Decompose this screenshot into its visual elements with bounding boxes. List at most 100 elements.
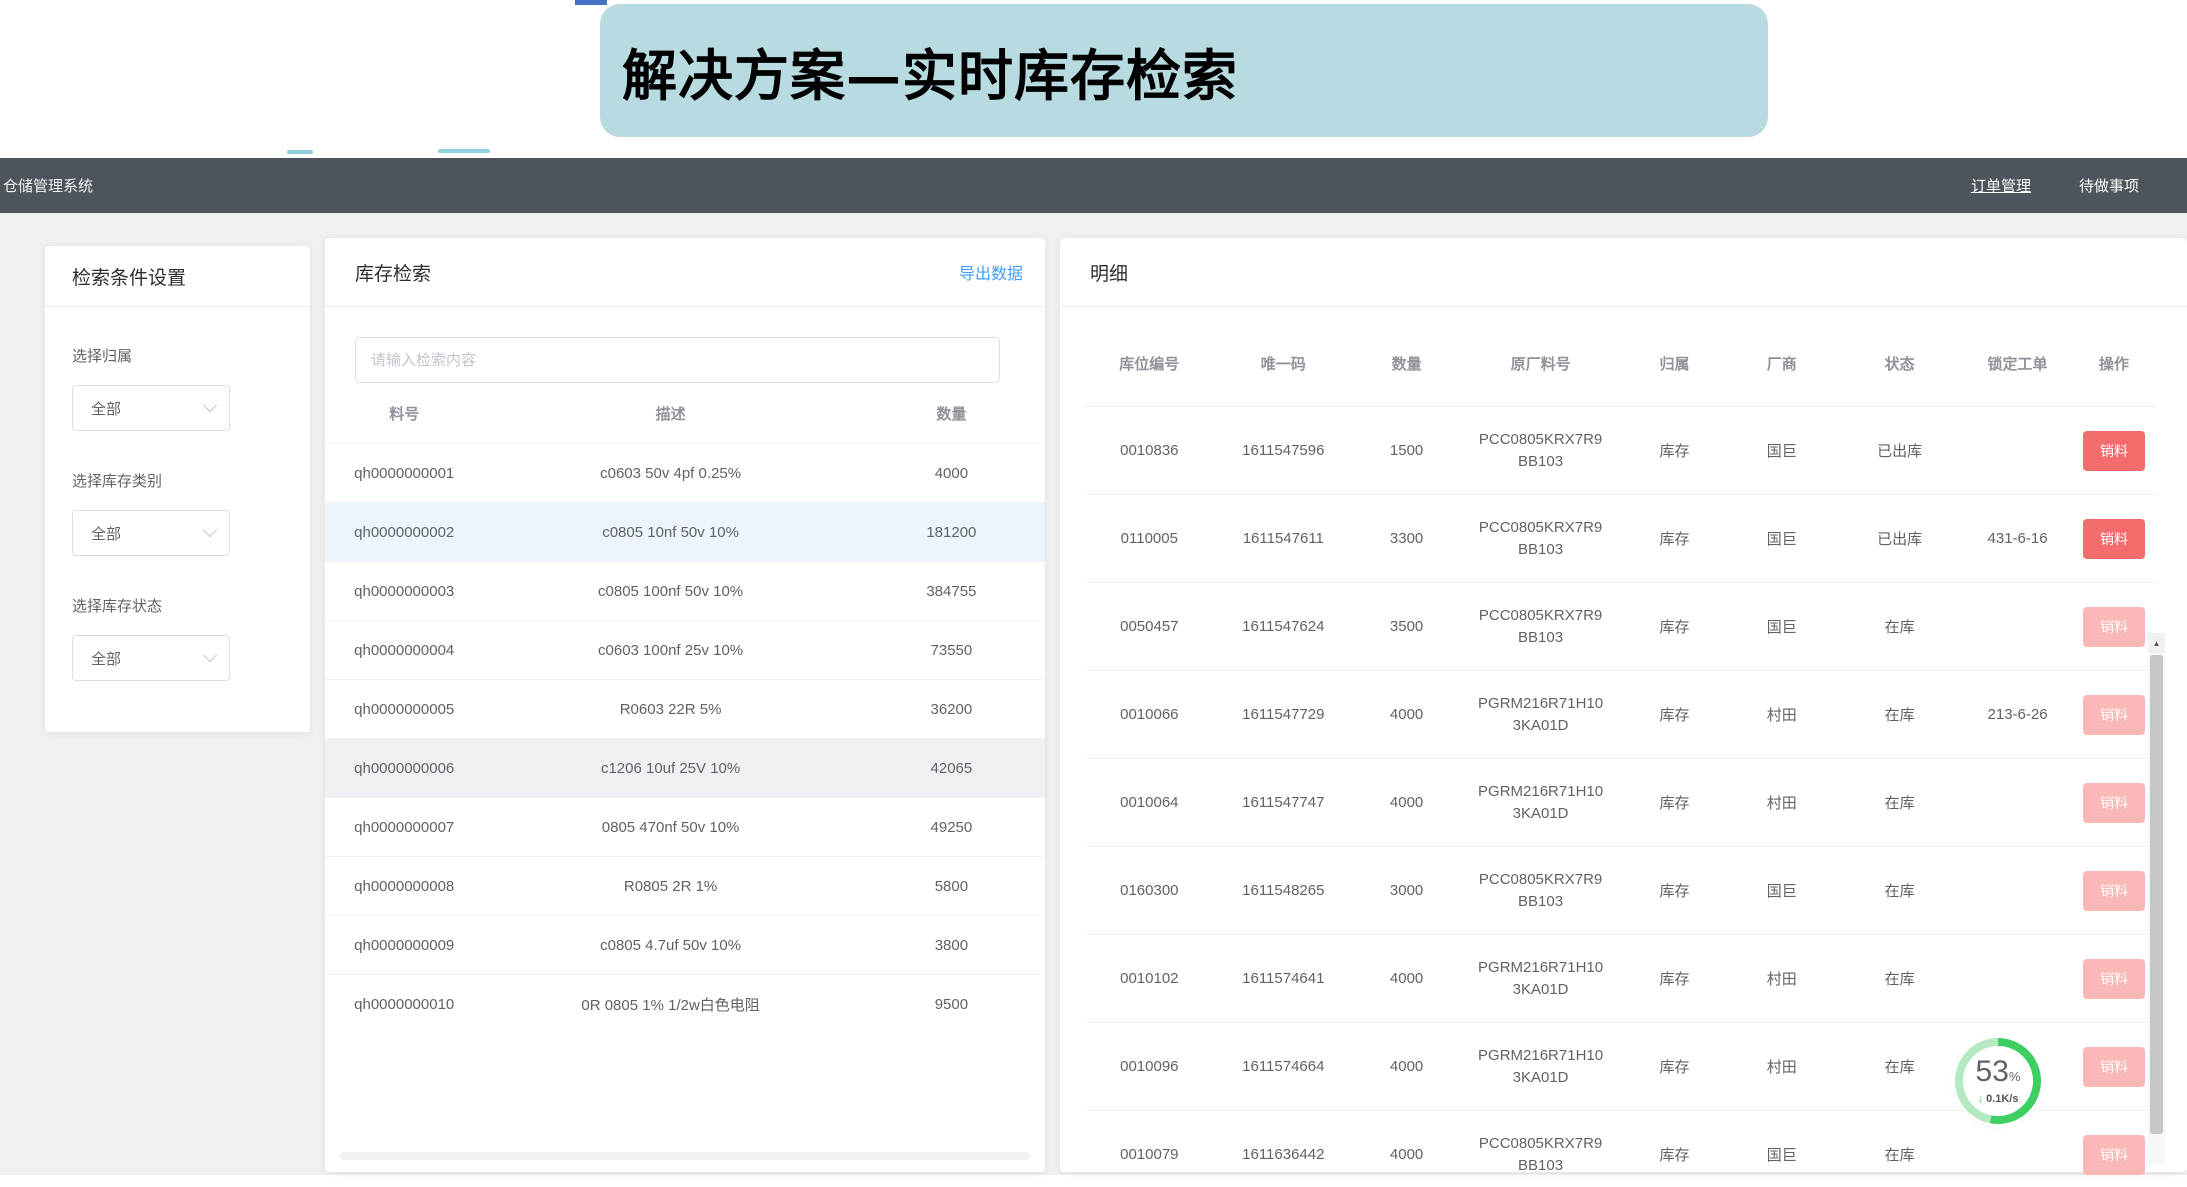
search-table-row[interactable]: qh0000000006 c1206 10uf 25V 10% 42065 bbox=[325, 738, 1045, 797]
filter-panel: 检索条件设置 选择归属 全部 选择库存类别 全部 选择库存状态 全部 bbox=[45, 246, 310, 732]
cell-owner: 库存 bbox=[1621, 528, 1728, 549]
cell-description: 0805 470nf 50v 10% bbox=[483, 819, 857, 836]
cell-quantity: 4000 bbox=[1353, 706, 1460, 723]
cell-oem-part: PCC0805KRX7R9 BB103 bbox=[1460, 1133, 1621, 1177]
sell-material-button[interactable]: 销料 bbox=[2083, 871, 2145, 911]
cell-status: 在库 bbox=[1835, 704, 1964, 725]
cell-status: 在库 bbox=[1835, 1144, 1964, 1165]
cell-owner: 库存 bbox=[1621, 1056, 1728, 1077]
nav-order-management[interactable]: 订单管理 bbox=[1971, 175, 2031, 196]
detail-panel: 明细 库位编号 唯一码 数量 原厂料号 归属 厂商 状态 锁定工单 操作 001… bbox=[1060, 238, 2187, 1172]
cell-part-no: qh0000000008 bbox=[325, 878, 483, 895]
cell-quantity: 5800 bbox=[858, 878, 1045, 895]
cell-description: c0603 100nf 25v 10% bbox=[483, 642, 857, 659]
nav-todo-items[interactable]: 待做事项 bbox=[2079, 175, 2139, 196]
sell-material-button[interactable]: 销料 bbox=[2083, 431, 2145, 471]
cell-work-order: 213-6-26 bbox=[1964, 706, 2071, 723]
search-table-row[interactable]: qh0000000001 c0603 50v 4pf 0.25% 4000 bbox=[325, 443, 1045, 502]
category-select[interactable]: 全部 bbox=[72, 510, 230, 556]
cell-unique-code: 1611547729 bbox=[1214, 706, 1353, 723]
chevron-down-icon bbox=[203, 648, 217, 662]
down-arrow-icon: ↓ bbox=[1978, 1093, 1984, 1105]
cell-location: 0010836 bbox=[1085, 442, 1214, 459]
column-header-vendor: 厂商 bbox=[1728, 353, 1835, 374]
search-table-row[interactable]: qh0000000004 c0603 100nf 25v 10% 73550 bbox=[325, 620, 1045, 679]
column-header-status: 状态 bbox=[1835, 353, 1964, 374]
deco-teal-dash bbox=[438, 149, 490, 153]
vertical-scrollbar[interactable]: ▲ bbox=[2148, 633, 2165, 1164]
deco-teal-dash bbox=[287, 150, 313, 154]
column-header-action: 操作 bbox=[2071, 353, 2157, 374]
owner-select[interactable]: 全部 bbox=[72, 385, 230, 431]
sell-material-button[interactable]: 销料 bbox=[2083, 695, 2145, 735]
cell-location: 0010096 bbox=[1085, 1058, 1214, 1075]
cell-owner: 库存 bbox=[1621, 1144, 1728, 1165]
screenshot-root: 解决方案—实时库存检索 仓储管理系统 订单管理 待做事项 检索条件设置 选择归属… bbox=[0, 0, 2187, 1187]
header-nav: 订单管理 待做事项 bbox=[1971, 175, 2187, 196]
chevron-down-icon bbox=[203, 398, 217, 412]
cell-unique-code: 1611574664 bbox=[1214, 1058, 1353, 1075]
sell-material-button[interactable]: 销料 bbox=[2083, 959, 2145, 999]
search-table-row[interactable]: qh0000000009 c0805 4.7uf 50v 10% 3800 bbox=[325, 915, 1045, 974]
search-table-body: qh0000000001 c0603 50v 4pf 0.25% 4000 qh… bbox=[325, 443, 1045, 1033]
column-header-unique-code: 唯一码 bbox=[1214, 353, 1353, 374]
horizontal-scrollbar[interactable] bbox=[340, 1152, 1030, 1160]
filter-field-category: 选择库存类别 全部 bbox=[72, 473, 283, 556]
search-input[interactable] bbox=[355, 337, 1000, 383]
cell-status: 在库 bbox=[1835, 1056, 1964, 1077]
sell-material-button[interactable]: 销料 bbox=[2083, 607, 2145, 647]
cell-part-no: qh0000000010 bbox=[325, 996, 483, 1013]
sell-material-button[interactable]: 销料 bbox=[2083, 1047, 2145, 1087]
net-speed-text: ↓ 0.1K/s bbox=[1978, 1093, 2019, 1105]
cell-quantity: 4000 bbox=[1353, 794, 1460, 811]
scroll-up-arrow-icon[interactable]: ▲ bbox=[2148, 633, 2165, 653]
net-speed-badge[interactable]: 53% ↓ 0.1K/s bbox=[1955, 1038, 2041, 1124]
cell-description: c0805 10nf 50v 10% bbox=[483, 524, 857, 541]
detail-table-row: 0160300 1611548265 3000 PCC0805KRX7R9 BB… bbox=[1085, 847, 2157, 935]
cell-unique-code: 1611547624 bbox=[1214, 618, 1353, 635]
cell-quantity: 3800 bbox=[858, 937, 1045, 954]
column-header-location: 库位编号 bbox=[1085, 353, 1214, 374]
cell-quantity: 42065 bbox=[858, 760, 1045, 777]
cell-part-no: qh0000000003 bbox=[325, 583, 483, 600]
cell-description: 0R 0805 1% 1/2w白色电阻 bbox=[483, 994, 857, 1015]
cell-part-no: qh0000000006 bbox=[325, 760, 483, 777]
cell-location: 0160300 bbox=[1085, 882, 1214, 899]
cell-description: R0603 22R 5% bbox=[483, 701, 857, 718]
search-table-row[interactable]: qh0000000007 0805 470nf 50v 10% 49250 bbox=[325, 797, 1045, 856]
select-value: 全部 bbox=[91, 523, 121, 544]
cell-location: 0010064 bbox=[1085, 794, 1214, 811]
app-header: 仓储管理系统 订单管理 待做事项 bbox=[0, 158, 2187, 213]
search-table-row[interactable]: qh0000000008 R0805 2R 1% 5800 bbox=[325, 856, 1045, 915]
cell-action: 销料 bbox=[2071, 519, 2157, 559]
export-data-link[interactable]: 导出数据 bbox=[959, 260, 1023, 284]
detail-table-row: 0010102 1611574641 4000 PGRM216R71H10 3K… bbox=[1085, 935, 2157, 1023]
status-select[interactable]: 全部 bbox=[72, 635, 230, 681]
sell-material-button[interactable]: 销料 bbox=[2083, 783, 2145, 823]
sell-material-button[interactable]: 销料 bbox=[2083, 1135, 2145, 1175]
app-title: 仓储管理系统 bbox=[0, 175, 93, 196]
search-table-row[interactable]: qh0000000005 R0603 22R 5% 36200 bbox=[325, 679, 1045, 738]
search-table-row[interactable]: qh0000000003 c0805 100nf 50v 10% 384755 bbox=[325, 561, 1045, 620]
detail-panel-title: 明细 bbox=[1090, 259, 1128, 286]
detail-table-row: 0010066 1611547729 4000 PGRM216R71H10 3K… bbox=[1085, 671, 2157, 759]
cell-owner: 库存 bbox=[1621, 616, 1728, 637]
cell-quantity: 3300 bbox=[1353, 530, 1460, 547]
detail-table-row: 0110005 1611547611 3300 PCC0805KRX7R9 BB… bbox=[1085, 495, 2157, 583]
filter-panel-header: 检索条件设置 bbox=[45, 246, 310, 307]
search-panel-header: 库存检索 导出数据 bbox=[325, 238, 1045, 307]
column-header-oem-part: 原厂料号 bbox=[1460, 353, 1621, 374]
select-value: 全部 bbox=[91, 398, 121, 419]
cell-status: 已出库 bbox=[1835, 440, 1964, 461]
scrollbar-thumb[interactable] bbox=[2150, 655, 2163, 1134]
cell-status: 已出库 bbox=[1835, 528, 1964, 549]
cell-status: 在库 bbox=[1835, 792, 1964, 813]
search-table-row[interactable]: qh0000000002 c0805 10nf 50v 10% 181200 bbox=[325, 502, 1045, 561]
sell-material-button[interactable]: 销料 bbox=[2083, 519, 2145, 559]
cell-action: 销料 bbox=[2071, 1135, 2157, 1175]
search-table-row[interactable]: qh0000000010 0R 0805 1% 1/2w白色电阻 9500 bbox=[325, 974, 1045, 1033]
cell-action: 销料 bbox=[2071, 607, 2157, 647]
chevron-down-icon bbox=[203, 523, 217, 537]
cell-status: 在库 bbox=[1835, 616, 1964, 637]
cell-action: 销料 bbox=[2071, 871, 2157, 911]
